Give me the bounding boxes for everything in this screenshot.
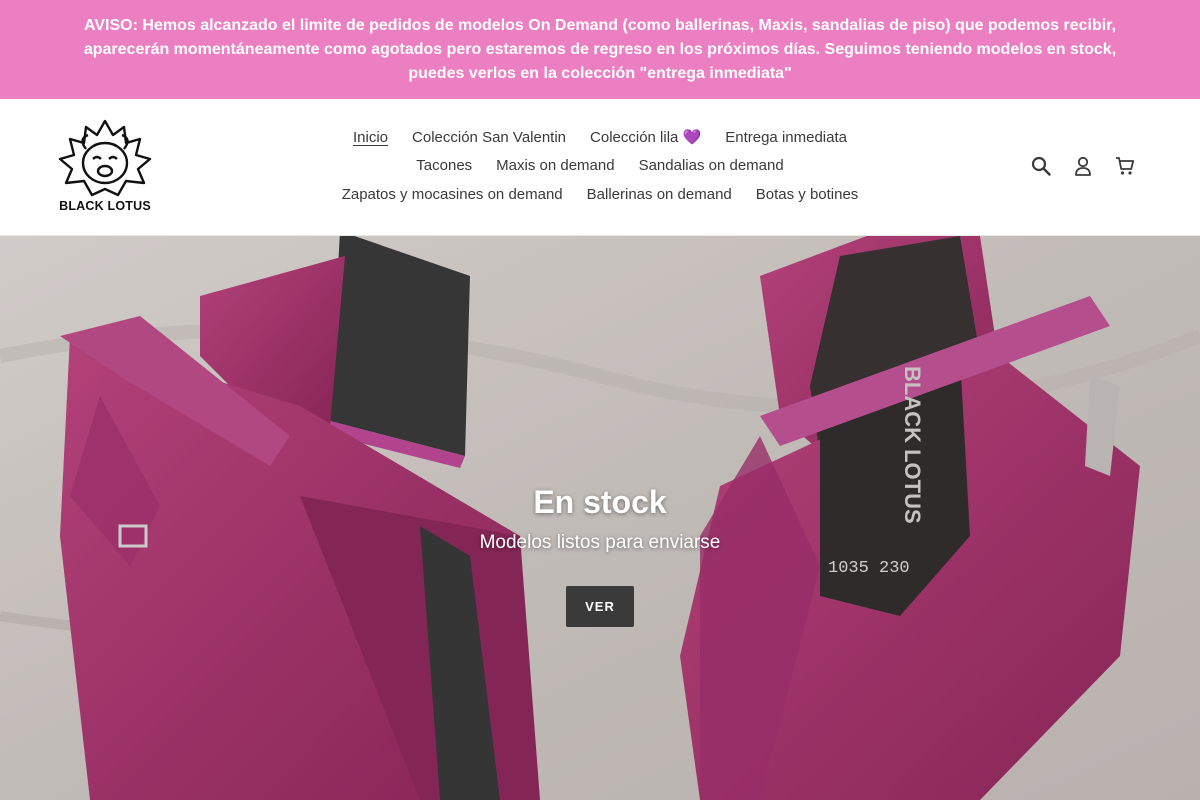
- lotus-logo-icon: [58, 119, 152, 197]
- main-nav: Inicio Colección San Valentin Colección …: [320, 123, 880, 209]
- nav-link-zapatos-y-mocasines[interactable]: Zapatos y mocasines on demand: [342, 186, 563, 203]
- nav-link-coleccion-san-valentin[interactable]: Colección San Valentin: [412, 129, 566, 146]
- header-icons: [1030, 155, 1136, 177]
- logo[interactable]: BLACK LOTUS: [56, 119, 154, 215]
- nav-row-2: Tacones Maxis on demand Sandalias on dem…: [320, 152, 880, 181]
- nav-row-1: Inicio Colección San Valentin Colección …: [320, 123, 880, 152]
- announcement-text: AVISO: Hemos alcanzado el limite de pedi…: [83, 16, 1117, 82]
- nav-link-coleccion-lila[interactable]: Colección lila 💜: [590, 128, 701, 146]
- nav-link-sandalias-on-demand[interactable]: Sandalias on demand: [639, 157, 784, 174]
- hero-title: En stock: [533, 484, 667, 520]
- hero-subtitle: Modelos listos para enviarse: [479, 532, 721, 553]
- nav-link-botas-y-botines[interactable]: Botas y botines: [756, 186, 859, 203]
- account-icon[interactable]: [1072, 155, 1094, 177]
- site-header: BLACK LOTUS Inicio Colección San Valenti…: [0, 99, 1200, 236]
- hero-banner[interactable]: BLACK LOTUS 1035 230 En stock Modelos li…: [0, 236, 1200, 800]
- cart-icon[interactable]: [1114, 155, 1136, 177]
- nav-link-inicio[interactable]: Inicio: [353, 129, 388, 146]
- nav-link-entrega-inmediata[interactable]: Entrega inmediata: [725, 129, 847, 146]
- nav-link-ballerinas-on-demand[interactable]: Ballerinas on demand: [587, 186, 732, 203]
- logo-text: BLACK LOTUS: [59, 199, 151, 213]
- nav-link-tacones[interactable]: Tacones: [416, 157, 472, 174]
- search-icon[interactable]: [1030, 155, 1052, 177]
- ver-button[interactable]: VER: [566, 586, 634, 627]
- nav-link-maxis-on-demand[interactable]: Maxis on demand: [496, 157, 614, 174]
- nav-row-3: Zapatos y mocasines on demand Ballerinas…: [320, 180, 880, 209]
- announcement-bar: AVISO: Hemos alcanzado el limite de pedi…: [0, 0, 1200, 99]
